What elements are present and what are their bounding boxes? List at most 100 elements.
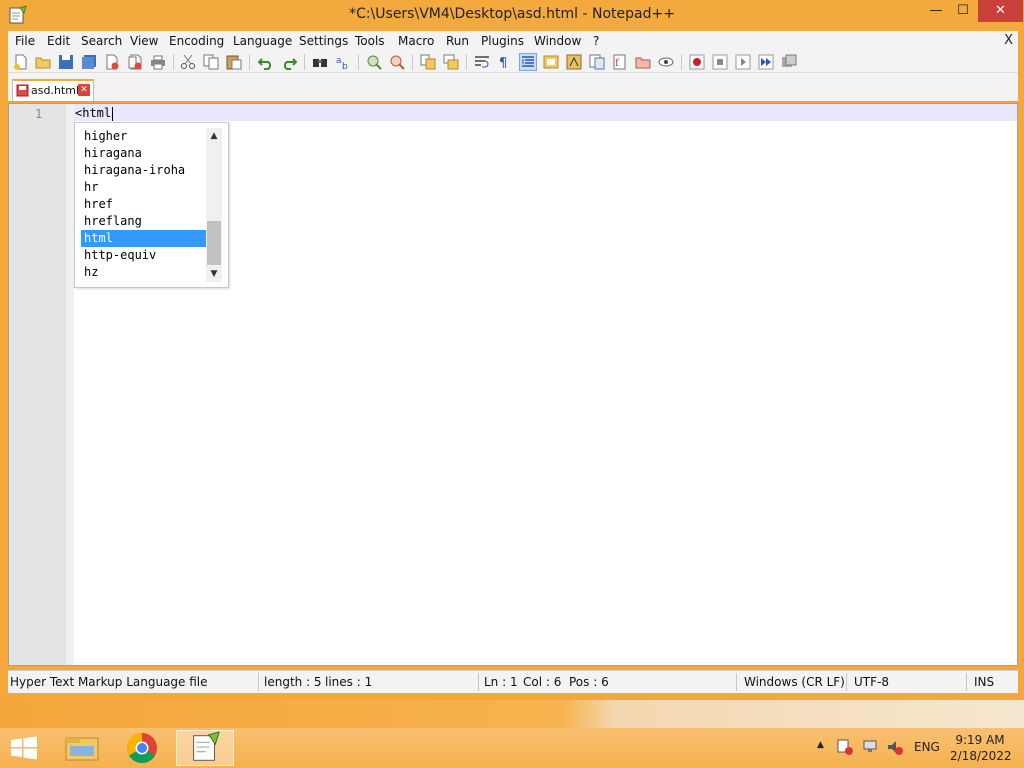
indent-guide-icon[interactable] [519,53,537,71]
autocomplete-item[interactable]: hr [81,179,206,196]
maximize-button[interactable]: ☐ [946,0,980,22]
toolbar-separator [249,54,250,70]
save-icon[interactable] [58,54,74,70]
autocomplete-item[interactable]: hiragana [81,145,206,162]
autocomplete-scrollbar[interactable]: ▲ ▼ [206,128,222,282]
menu-run[interactable]: Run [446,34,469,48]
file-explorer-icon[interactable] [56,730,108,766]
clock-time[interactable]: 9:19 AM [950,733,1010,747]
network-icon[interactable] [861,738,879,759]
autocomplete-item[interactable]: href [81,196,206,213]
menu-view[interactable]: View [130,34,158,48]
tab-close-button[interactable]: ✕ [78,84,90,96]
undo-icon[interactable] [257,54,274,70]
taskbar: ▲ ENG 9:19 AM 2/18/2022 [0,728,1024,768]
toolbar: ab ¶ f [8,51,1018,73]
close-icon[interactable] [104,54,120,70]
status-pos: Pos : 6 [569,675,609,689]
paste-icon[interactable] [226,54,242,70]
status-eol[interactable]: Windows (CR LF) [744,675,845,689]
toolbar-separator [173,54,174,70]
autocomplete-item[interactable]: hreflang [81,213,206,230]
menu-bar: File Edit Search View Encoding Language … [8,31,1018,51]
notepad-plus-plus-icon[interactable] [176,730,234,766]
print-icon[interactable] [150,54,166,70]
menu-window[interactable]: Window [534,34,581,48]
menu-help[interactable]: ? [593,34,599,48]
status-ln: Ln : 1 [484,675,518,689]
status-length: length : 5 [264,675,322,689]
status-divider [736,673,737,691]
new-file-icon[interactable] [13,54,29,70]
windows-start-icon[interactable] [10,736,38,760]
save-macro-icon[interactable] [781,54,797,70]
tab-bar: asd.html ✕ [8,73,1018,102]
close-all-icon[interactable] [127,54,143,70]
desktop-background [0,700,1024,728]
folder-as-workspace-icon[interactable]: f [612,54,628,70]
word-wrap-icon[interactable] [474,54,490,70]
action-center-icon[interactable] [836,738,854,759]
playback-macro-icon[interactable] [735,54,751,70]
menu-tools[interactable]: Tools [355,34,385,48]
title-bar[interactable]: *C:\Users\VM4\Desktop\asd.html - Notepad… [0,0,1024,31]
toolbar-separator [466,54,467,70]
close-window-button[interactable]: ✕ [978,0,1023,22]
menu-file[interactable]: File [15,34,35,48]
scroll-down-icon[interactable]: ▼ [206,266,222,282]
volume-muted-icon[interactable] [886,738,904,759]
status-encoding[interactable]: UTF-8 [854,675,889,689]
cut-icon[interactable] [180,54,196,70]
status-insert-mode[interactable]: INS [974,675,994,689]
tab-asd-html[interactable]: asd.html ✕ [12,79,94,101]
tray-overflow-icon[interactable]: ▲ [817,740,824,750]
copy-icon[interactable] [203,54,219,70]
toolbar-separator [304,54,305,70]
close-document-button[interactable]: X [1004,33,1013,48]
stop-record-icon[interactable] [712,54,728,70]
menu-plugins[interactable]: Plugins [481,34,524,48]
menu-edit[interactable]: Edit [47,34,70,48]
window-title: *C:\Users\VM4\Desktop\asd.html - Notepad… [349,6,675,22]
text-caret [112,106,114,121]
autocomplete-popup[interactable]: higher hiragana hiragana-iroha hr href h… [74,122,229,288]
monitoring-icon[interactable] [635,54,651,70]
scroll-up-icon[interactable]: ▲ [206,128,222,144]
input-language[interactable]: ENG [914,740,940,754]
autocomplete-item[interactable]: http-equiv [81,247,206,264]
sync-horizontal-icon[interactable] [443,54,459,70]
replace-icon[interactable]: ab [335,54,351,72]
menu-encoding[interactable]: Encoding [169,34,224,48]
redo-icon[interactable] [281,54,298,70]
zoom-out-icon[interactable] [389,54,405,70]
menu-language[interactable]: Language [233,34,292,48]
clock-date[interactable]: 2/18/2022 [950,749,1012,763]
autocomplete-item[interactable]: hiragana-iroha [81,162,206,179]
autocomplete-item[interactable]: higher [81,128,206,145]
eye-icon[interactable] [658,54,674,70]
find-icon[interactable] [312,54,328,70]
menu-macro[interactable]: Macro [398,34,434,48]
user-defined-language-icon[interactable] [543,54,559,70]
zoom-in-icon[interactable] [366,54,382,70]
status-file-type: Hyper Text Markup Language file [10,675,208,689]
document-map-icon[interactable] [566,54,582,70]
function-list-icon[interactable] [589,54,605,70]
save-all-icon[interactable] [81,54,97,70]
open-file-icon[interactable] [35,54,51,70]
autocomplete-item-selected[interactable]: html [81,230,206,247]
scroll-thumb[interactable] [207,221,221,265]
record-macro-icon[interactable] [689,54,705,70]
menu-search[interactable]: Search [81,34,122,48]
fold-margin[interactable] [66,104,74,665]
menu-settings[interactable]: Settings [299,34,348,48]
current-line-highlight [74,104,1017,121]
sync-vertical-icon[interactable] [420,54,436,70]
autocomplete-item[interactable]: hz [81,264,206,281]
toolbar-separator [412,54,413,70]
run-macro-multiple-icon[interactable] [758,54,774,70]
notepad-plus-plus-window: *C:\Users\VM4\Desktop\asd.html - Notepad… [0,0,1024,700]
show-all-chars-icon[interactable]: ¶ [497,54,513,71]
code-line[interactable]: <html [75,106,114,121]
chrome-icon[interactable] [116,730,168,766]
